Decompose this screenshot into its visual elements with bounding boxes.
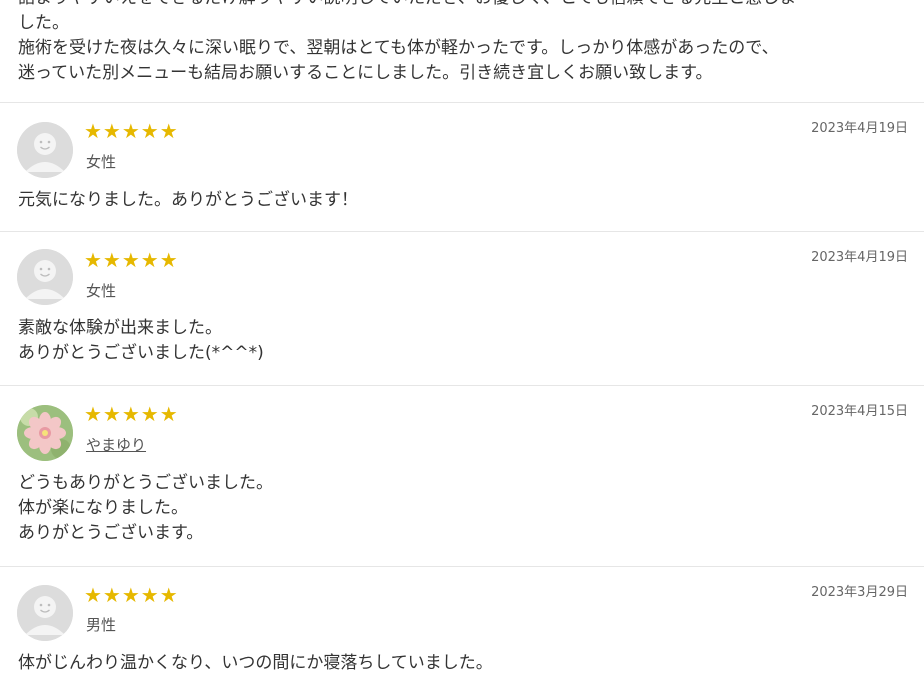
star-rating: ★★★★★ <box>84 402 179 426</box>
review-text-line: 詰まりやすいえをできるだけ解りやすい説明していただき、お優しく、とても信頼できる… <box>18 0 908 11</box>
review-body: 素敵な体験が出来ました。 ありがとうございました(*^^*) <box>18 316 264 366</box>
review-item: ★★★★★ 女性 2023年4月19日 元気になりました。ありがとうございます！ <box>0 102 924 231</box>
review-date: 2023年4月15日 <box>811 404 908 419</box>
review-text-line: 素敵な体験が出来ました。 <box>18 318 222 338</box>
review-date: 2023年4月19日 <box>811 250 908 265</box>
review-text-line: 元気になりました。ありがとうございます！ <box>18 190 358 210</box>
review-date: 2023年3月29日 <box>811 585 908 600</box>
review-text-line: 体が楽になりました。 <box>18 498 188 518</box>
review-text-line: ありがとうございました(*^^*) <box>18 343 264 363</box>
review-body: どうもありがとうございました。 体が楽になりました。 ありがとうございます。 <box>18 471 273 546</box>
review-author: 女性 <box>86 153 117 171</box>
review-author: 女性 <box>86 282 117 300</box>
review-text-line: 迷っていた別メニューも結局お願いすることにしました。引き続き宜しくお願い致します… <box>18 63 713 83</box>
review-body: 体がじんわり温かくなり、いつの間にか寝落ちしていました。 <box>18 651 493 676</box>
default-user-icon <box>17 585 73 641</box>
default-user-icon <box>17 122 73 178</box>
review-text-line: 施術を受けた夜は久々に深い眠りで、翌朝はとても体が軽かったです。しっかり体感があ… <box>18 38 779 58</box>
flower-photo-avatar[interactable] <box>17 405 73 461</box>
previous-review-text: 詰まりやすいえをできるだけ解りやすい説明していただき、お優しく、とても信頼できる… <box>18 0 908 86</box>
review-text-line: ありがとうございます。 <box>18 523 204 543</box>
review-body: 元気になりました。ありがとうございます！ <box>18 188 358 213</box>
review-item: ★★★★★ やまゆり 2023年4月15日 どうもありがとうございました。 体が… <box>0 385 924 566</box>
default-user-icon <box>17 249 73 305</box>
star-rating: ★★★★★ <box>84 248 179 272</box>
star-rating: ★★★★★ <box>84 119 179 143</box>
review-text-line: どうもありがとうございました。 <box>18 473 273 493</box>
review-author-link[interactable]: やまゆり <box>86 435 146 455</box>
star-rating: ★★★★★ <box>84 583 179 607</box>
review-item: ★★★★★ 男性 2023年3月29日 体がじんわり温かくなり、いつの間にか寝落… <box>0 566 924 673</box>
review-text-line: した。 <box>18 13 69 33</box>
review-author: 男性 <box>86 616 117 634</box>
review-date: 2023年4月19日 <box>811 121 908 136</box>
review-text-line: 体がじんわり温かくなり、いつの間にか寝落ちしていました。 <box>18 653 493 673</box>
review-item: ★★★★★ 女性 2023年4月19日 素敵な体験が出来ました。 ありがとうござ… <box>0 231 924 385</box>
